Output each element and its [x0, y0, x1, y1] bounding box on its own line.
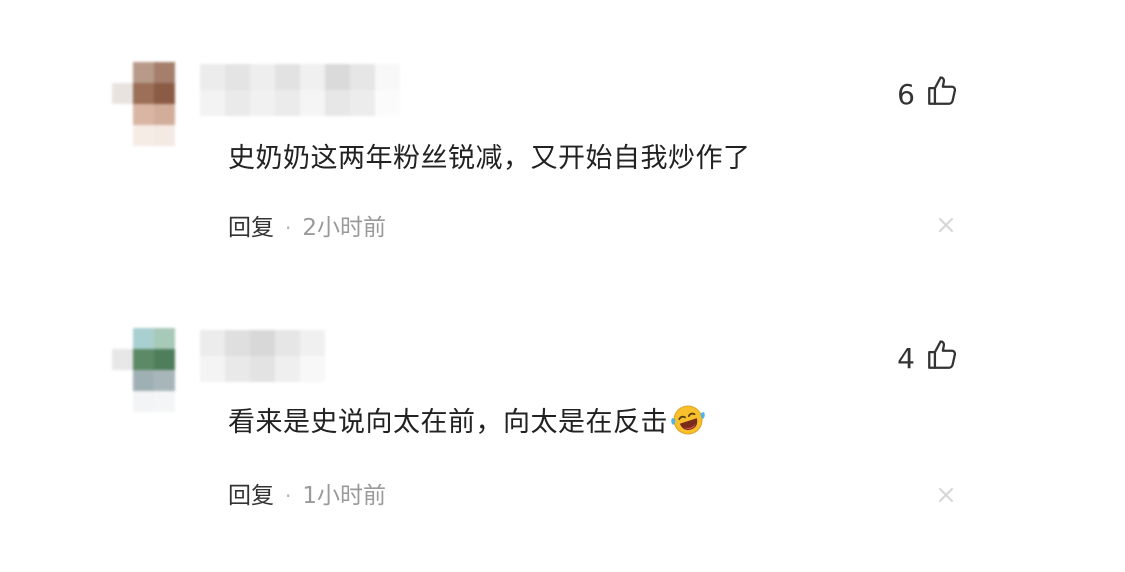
- comment-text: 看来是史说向太在前，向太是在反击: [228, 400, 706, 439]
- like-button[interactable]: 6: [897, 74, 959, 115]
- comment-meta: 回复 · 2小时前: [228, 208, 386, 242]
- laughing-crying-face-icon: [670, 403, 706, 437]
- like-button[interactable]: 4: [897, 338, 959, 379]
- comment-item: 史奶奶这两年粉丝锐减，又开始自我炒作了 回复 · 2小时前 6: [0, 62, 1125, 302]
- username[interactable]: [200, 64, 400, 116]
- comment-timestamp: 1小时前: [302, 483, 386, 509]
- meta-separator: ·: [285, 484, 292, 508]
- comment-thread: 史奶奶这两年粉丝锐减，又开始自我炒作了 回复 · 2小时前 6 看来是史说向太在…: [0, 0, 1125, 572]
- avatar[interactable]: [112, 328, 196, 412]
- reply-button[interactable]: 回复: [228, 483, 274, 509]
- username[interactable]: [200, 330, 325, 382]
- thumbs-up-icon: [925, 74, 959, 115]
- comment-item: 看来是史说向太在前，向太是在反击 回复 · 1小时前 4: [0, 328, 1125, 568]
- comment-timestamp: 2小时前: [302, 215, 386, 241]
- like-count: 4: [897, 342, 915, 375]
- avatar[interactable]: [112, 62, 196, 146]
- thumbs-up-icon: [925, 338, 959, 379]
- close-icon[interactable]: [935, 214, 957, 236]
- like-count: 6: [897, 78, 915, 111]
- meta-separator: ·: [285, 216, 292, 240]
- comment-text: 史奶奶这两年粉丝锐减，又开始自我炒作了: [228, 143, 751, 174]
- comment-text-body: 看来是史说向太在前，向太是在反击: [228, 407, 668, 438]
- reply-button[interactable]: 回复: [228, 215, 274, 241]
- close-icon[interactable]: [935, 484, 957, 506]
- comment-meta: 回复 · 1小时前: [228, 476, 386, 510]
